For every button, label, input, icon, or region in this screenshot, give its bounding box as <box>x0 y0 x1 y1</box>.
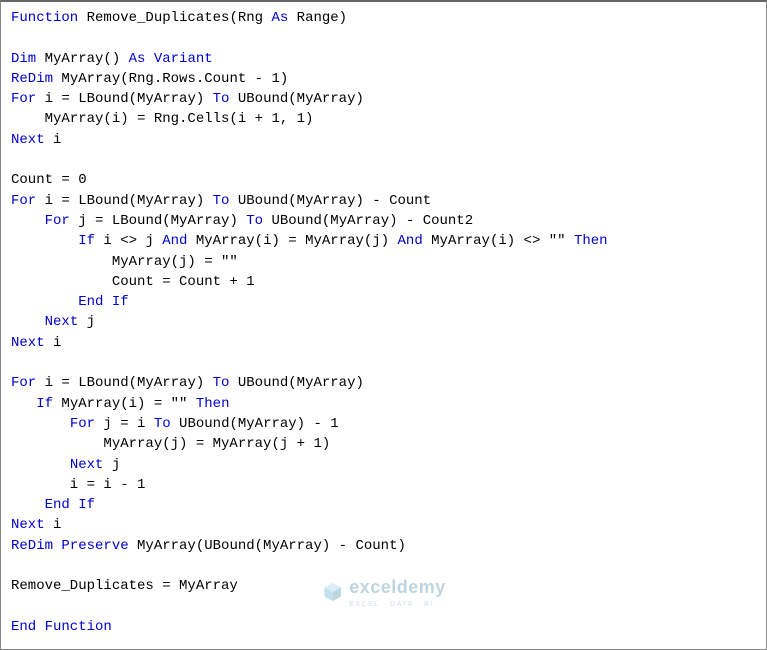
code-line[interactable]: Count = Count + 1 <box>11 272 756 292</box>
code-line[interactable]: Next i <box>11 515 756 535</box>
code-line[interactable]: For j = i To UBound(MyArray) - 1 <box>11 414 756 434</box>
code-line[interactable]: Next i <box>11 333 756 353</box>
code-line[interactable] <box>11 556 756 576</box>
code-line[interactable]: Count = 0 <box>11 170 756 190</box>
code-line[interactable]: Next j <box>11 312 756 332</box>
code-line[interactable]: If i <> j And MyArray(i) = MyArray(j) An… <box>11 231 756 251</box>
code-line[interactable]: End Function <box>11 617 756 637</box>
code-line[interactable] <box>11 353 756 373</box>
code-line[interactable]: For i = LBound(MyArray) To UBound(MyArra… <box>11 89 756 109</box>
code-line[interactable]: If MyArray(i) = "" Then <box>11 394 756 414</box>
code-line[interactable]: For i = LBound(MyArray) To UBound(MyArra… <box>11 191 756 211</box>
code-line[interactable]: ReDim MyArray(Rng.Rows.Count - 1) <box>11 69 756 89</box>
code-line[interactable]: i = i - 1 <box>11 475 756 495</box>
code-line[interactable]: Next j <box>11 455 756 475</box>
code-line[interactable]: MyArray(j) = MyArray(j + 1) <box>11 434 756 454</box>
code-line[interactable]: MyArray(i) = Rng.Cells(i + 1, 1) <box>11 109 756 129</box>
code-line[interactable] <box>11 28 756 48</box>
code-line[interactable]: End If <box>11 292 756 312</box>
code-block[interactable]: Function Remove_Duplicates(Rng As Range)… <box>11 8 756 637</box>
code-line[interactable]: Function Remove_Duplicates(Rng As Range) <box>11 8 756 28</box>
code-line[interactable]: Next i <box>11 130 756 150</box>
code-line[interactable]: End If <box>11 495 756 515</box>
code-line[interactable]: For j = LBound(MyArray) To UBound(MyArra… <box>11 211 756 231</box>
code-line[interactable]: Dim MyArray() As Variant <box>11 49 756 69</box>
code-line[interactable]: ReDim Preserve MyArray(UBound(MyArray) -… <box>11 536 756 556</box>
code-line[interactable]: MyArray(j) = "" <box>11 252 756 272</box>
code-line[interactable] <box>11 150 756 170</box>
code-line[interactable]: For i = LBound(MyArray) To UBound(MyArra… <box>11 373 756 393</box>
vba-code-editor[interactable]: Function Remove_Duplicates(Rng As Range)… <box>0 0 767 650</box>
code-line[interactable]: Remove_Duplicates = MyArray <box>11 576 756 596</box>
code-line[interactable] <box>11 597 756 617</box>
